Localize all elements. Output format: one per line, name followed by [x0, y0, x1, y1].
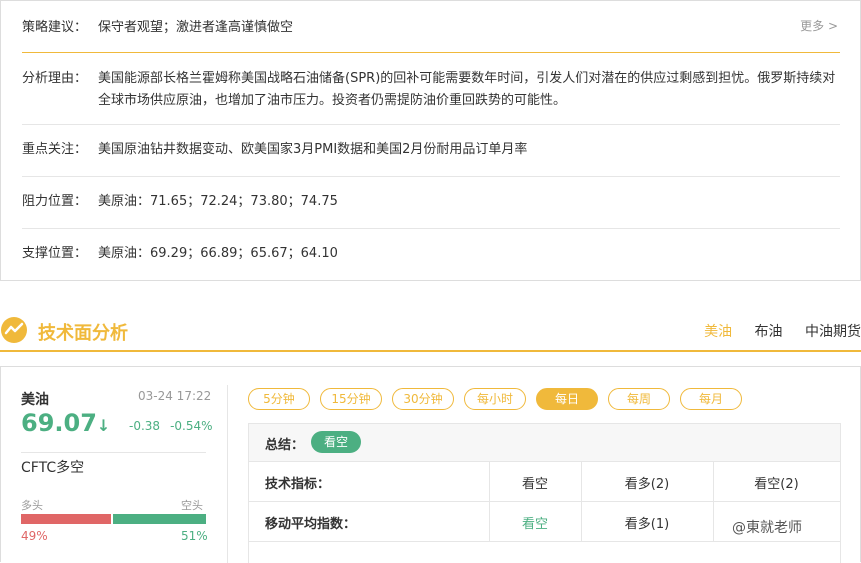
bear-percent: 51%	[181, 529, 208, 543]
focus-row: 重点关注： 美国原油钻井数据变动、欧美国家3月PMI数据和美国2月份耐用品订单月率	[22, 139, 840, 161]
summary-badge: 看空	[311, 431, 361, 453]
divider	[713, 502, 714, 542]
bull-percent: 49%	[21, 529, 48, 543]
row-cell: 看空	[521, 517, 548, 532]
tab-brent-oil[interactable]: 布油	[755, 324, 783, 340]
resistance-label: 阻力位置：	[22, 194, 88, 209]
reason-value: 美国能源部长格兰霍姆称美国战略石油储备(SPR)的回补可能需要数年时间，引发人们…	[98, 71, 836, 108]
support-value: 美原油：69.29；66.89；65.67；64.10	[98, 246, 338, 261]
tab-us-oil[interactable]: 美油	[704, 324, 732, 340]
divider	[22, 124, 840, 125]
resistance-row: 阻力位置： 美原油：71.65；72.24；73.80；74.75	[22, 191, 840, 213]
bull-label: 多头	[21, 499, 43, 512]
bull-bar	[21, 514, 111, 524]
change-value: -0.38	[129, 419, 161, 433]
support-row: 支撑位置： 美原油：69.29；66.89；65.67；64.10	[22, 243, 840, 265]
trend-icon	[1, 317, 27, 343]
divider	[227, 385, 228, 563]
cftc-label: CFTC多空	[21, 460, 85, 476]
reason-label: 分析理由：	[22, 71, 88, 86]
summary-row: 总结： 看空	[249, 424, 840, 462]
divider	[22, 228, 840, 229]
support-label: 支撑位置：	[22, 246, 88, 261]
watermark: @東就老师	[732, 520, 802, 536]
period-button[interactable]: 30分钟	[392, 388, 454, 410]
symbol-name: 美油	[21, 392, 49, 408]
signal-table: 总结： 看空 技术指标： 看空 看多(2) 看空(2) 移动平均指数： 看空 看…	[248, 423, 841, 563]
change-percent: -0.54%	[170, 419, 213, 433]
advice-value: 保守者观望；激进者逢高谨慎做空	[98, 20, 294, 35]
resistance-value: 美原油：71.65；72.24；73.80；74.75	[98, 194, 338, 209]
row-cell: 看空(2)	[754, 477, 799, 492]
section-title: 技术面分析	[38, 323, 128, 344]
strategy-panel: 策略建议： 保守者观望；激进者逢高谨慎做空 更多 > 分析理由： 美国能源部长格兰霍…	[0, 0, 861, 281]
divider	[22, 52, 840, 53]
header-underline	[0, 350, 861, 352]
bear-bar	[112, 514, 206, 524]
period-button[interactable]: 15分钟	[320, 388, 382, 410]
long-short-bar	[21, 514, 206, 524]
change-info: -0.38 -0.54%	[129, 419, 223, 433]
more-link[interactable]: 更多 >	[800, 17, 838, 34]
period-button[interactable]: 每月	[680, 388, 742, 410]
period-button-active[interactable]: 每日	[536, 388, 598, 410]
table-row: 技术指标： 看空 看多(2) 看空(2)	[249, 462, 840, 502]
down-arrow-icon: ↓	[96, 416, 111, 435]
row-label: 技术指标：	[265, 477, 331, 492]
row-cell: 看多(2)	[624, 477, 670, 492]
tab-china-oil-futures[interactable]: 中油期货	[805, 324, 861, 340]
summary-label: 总结：	[265, 438, 305, 453]
reason-row: 分析理由： 美国能源部长格兰霍姆称美国战略石油储备(SPR)的回补可能需要数年时间…	[22, 68, 840, 112]
divider	[21, 452, 206, 453]
divider	[22, 176, 840, 177]
quote-time: 03-24 17:22	[138, 389, 212, 403]
tech-header: 技术面分析 美油 布油 中油期货	[0, 312, 861, 352]
period-button[interactable]: 每小时	[464, 388, 526, 410]
row-cell: 看空	[521, 477, 548, 492]
focus-value: 美国原油钻井数据变动、欧美国家3月PMI数据和美国2月份耐用品订单月率	[98, 142, 528, 157]
row-cell: 看多(1)	[624, 517, 670, 532]
period-button[interactable]: 每周	[608, 388, 670, 410]
focus-label: 重点关注：	[22, 142, 88, 157]
row-label: 移动平均指数：	[265, 517, 357, 532]
advice-label: 策略建议：	[22, 20, 88, 35]
price: 69.07↓	[21, 409, 110, 437]
bear-label: 空头	[181, 499, 203, 512]
period-button[interactable]: 5分钟	[248, 388, 310, 410]
advice-row: 策略建议： 保守者观望；激进者逢高谨慎做空	[22, 17, 840, 39]
commodity-tabs: 美油 布油 中油期货	[686, 321, 861, 341]
price-value: 69.07	[21, 409, 97, 437]
